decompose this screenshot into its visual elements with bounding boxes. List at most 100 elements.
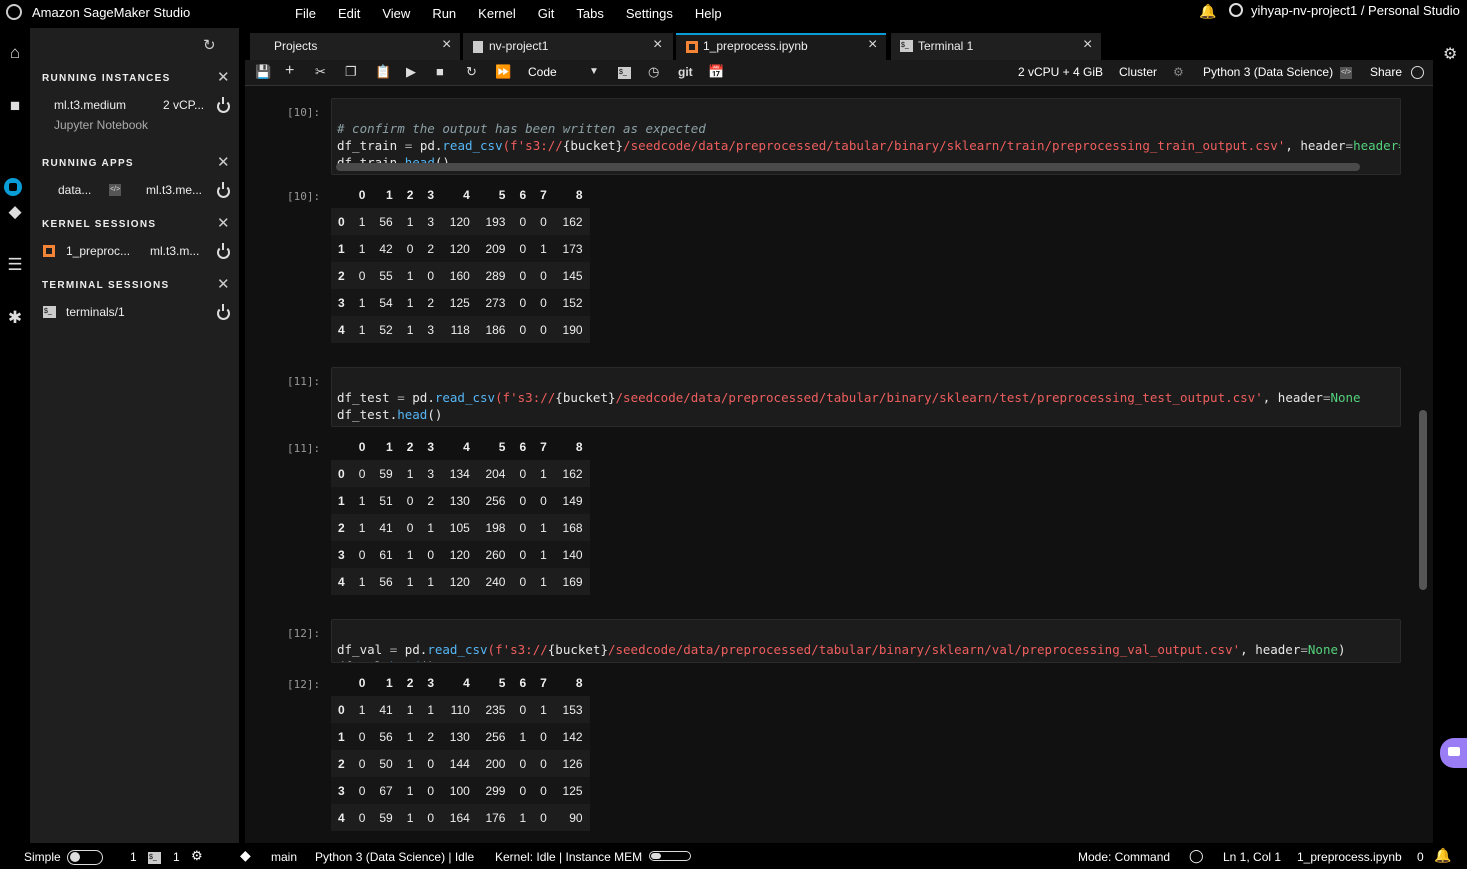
table-cell: 198 <box>485 520 506 535</box>
code-kw: header=N <box>1353 138 1400 153</box>
copy-icon[interactable]: ❐ <box>345 64 357 80</box>
notification-bell-icon[interactable]: 🔔 <box>1434 847 1451 864</box>
paste-icon[interactable]: 📋 <box>375 64 391 80</box>
gear-icon[interactable]: ⚙ <box>1173 65 1184 79</box>
column-header: 6 <box>519 675 527 690</box>
shutdown-kernel-icon[interactable] <box>217 243 230 259</box>
table-cell: 130 <box>449 493 470 508</box>
row-index: 0 <box>338 214 345 229</box>
shutdown-terminal-icon[interactable] <box>217 304 230 320</box>
menu-git[interactable]: Git <box>538 6 555 21</box>
chevron-down-icon[interactable]: ▼ <box>589 66 599 77</box>
chat-icon[interactable] <box>1440 738 1467 768</box>
code-text: () <box>420 659 435 662</box>
column-header: 3 <box>427 675 435 690</box>
code-var: df_test <box>337 407 390 422</box>
menu-file[interactable]: File <box>295 6 316 21</box>
git-branch[interactable]: main <box>271 850 297 864</box>
table-cell: 1 <box>540 702 547 717</box>
table-cell: 125 <box>449 295 470 310</box>
kernel-sessions-header: KERNEL SESSIONS <box>42 219 157 230</box>
close-instances-icon[interactable]: ✕ <box>217 68 230 86</box>
user-profile[interactable]: yihyap-nv-project1 / Personal Studio <box>1251 3 1460 18</box>
code-cell[interactable]: df_test = pd.read_csv(f's3://{bucket}/se… <box>331 367 1401 427</box>
menu-kernel[interactable]: Kernel <box>478 6 516 21</box>
tab-terminal-1[interactable]: $_ Terminal 1 × <box>891 33 1101 60</box>
column-header: 4 <box>463 187 470 202</box>
kernel-session-name[interactable]: 1_preproc... <box>66 244 130 258</box>
schedule-icon[interactable]: 📅 <box>708 64 724 80</box>
running-terminals-icon[interactable] <box>4 178 22 196</box>
close-tab-icon[interactable]: × <box>442 36 451 54</box>
share-button[interactable]: Share <box>1370 65 1402 79</box>
kernel-status[interactable]: Python 3 (Data Science) | Idle <box>315 850 474 864</box>
refresh-icon[interactable]: ↻ <box>203 36 216 54</box>
menu-help[interactable]: Help <box>695 6 722 21</box>
folder-icon[interactable]: ■ <box>4 95 26 117</box>
terminal-session-name[interactable]: terminals/1 <box>66 305 125 319</box>
table-cell: 164 <box>449 810 470 825</box>
run-all-icon[interactable]: ⏩ <box>495 64 511 80</box>
menu-settings[interactable]: Settings <box>626 6 673 21</box>
tab-projects[interactable]: Projects × <box>250 33 460 60</box>
close-tab-icon[interactable]: × <box>868 36 877 54</box>
clock-icon[interactable]: ◷ <box>648 64 659 80</box>
table-cell: 145 <box>562 268 583 283</box>
table-row: 3 0 67 1 0 100 299 0 0 125 <box>331 777 590 804</box>
property-inspector-icon[interactable]: ⚙ <box>1443 44 1457 64</box>
menu-edit[interactable]: Edit <box>338 6 360 21</box>
add-cell-icon[interactable]: + <box>285 62 294 80</box>
horizontal-scrollbar[interactable] <box>336 163 1360 171</box>
code-cell[interactable]: df_val = pd.read_csv(f's3://{bucket}/see… <box>331 619 1401 663</box>
tab-1-preprocess[interactable]: 1_preprocess.ipynb × <box>676 33 886 60</box>
table-cell: 3 <box>427 214 435 229</box>
tab-nv-project1[interactable]: nv-project1 × <box>463 33 673 60</box>
shutdown-app-icon[interactable] <box>217 182 230 198</box>
table-row: 4 1 56 1 1 120 240 0 1 169 <box>331 568 590 595</box>
git-button[interactable]: git <box>678 65 693 79</box>
list-icon[interactable]: ☰ <box>4 254 26 276</box>
git-icon[interactable]: ◆ <box>4 201 26 223</box>
restart-icon[interactable]: ↻ <box>466 64 477 80</box>
shutdown-instance-icon[interactable] <box>217 97 230 113</box>
row-index: 1 <box>338 729 345 744</box>
vertical-scrollbar[interactable] <box>1419 410 1427 590</box>
code-str: /seedcode/data/preprocessed/tabular/bina… <box>623 138 1286 153</box>
code-str: (f's3:// <box>487 642 548 657</box>
cursor-position[interactable]: Ln 1, Col 1 <box>1223 850 1281 864</box>
user-icon[interactable] <box>1229 3 1243 17</box>
cell-type-select[interactable]: Code <box>528 65 557 79</box>
kernel-idle-status: Kernel: Idle | Instance MEM <box>495 850 643 864</box>
close-kernels-icon[interactable]: ✕ <box>217 214 230 232</box>
code-cell[interactable]: # confirm the output has been written as… <box>331 98 1401 175</box>
shield-icon[interactable]: ◯ <box>1189 848 1204 864</box>
gear-icon[interactable]: ⚙ <box>191 848 203 864</box>
extension-icon[interactable]: ✱ <box>4 307 26 329</box>
bell-icon[interactable]: 🔔 <box>1199 3 1216 20</box>
menu-tabs[interactable]: Tabs <box>576 6 603 21</box>
instance-resources[interactable]: 2 vCPU + 4 GiB <box>1018 65 1103 79</box>
column-header: 1 <box>386 439 393 454</box>
close-tab-icon[interactable]: × <box>653 36 662 54</box>
code-kw: None <box>1307 642 1338 657</box>
close-apps-icon[interactable]: ✕ <box>217 153 230 171</box>
notebook-mode[interactable]: Mode: Command <box>1078 850 1170 864</box>
close-terminals-icon[interactable]: ✕ <box>217 275 230 293</box>
cut-icon[interactable]: ✂ <box>315 64 326 80</box>
run-icon[interactable]: ▶ <box>406 64 416 80</box>
table-cell: 176 <box>485 810 506 825</box>
terminal-launch-icon[interactable]: $_ <box>618 67 631 79</box>
save-icon[interactable]: 💾 <box>255 64 271 80</box>
menu-view[interactable]: View <box>382 6 410 21</box>
dataframe-output: 0 1 2 3 4 5 6 7 8 0 1 56 1 3 120 193 0 0 162 1 1 42… <box>331 181 590 343</box>
stop-icon[interactable]: ■ <box>436 64 444 79</box>
cluster-button[interactable]: Cluster <box>1119 65 1157 79</box>
menu-run[interactable]: Run <box>432 6 456 21</box>
code-op: = <box>1300 642 1308 657</box>
close-tab-icon[interactable]: × <box>1083 36 1092 54</box>
home-icon[interactable]: ⌂ <box>4 42 26 64</box>
simple-mode-toggle[interactable] <box>67 850 103 865</box>
kernel-selector[interactable]: Python 3 (Data Science) <box>1203 65 1333 79</box>
column-header: 5 <box>498 675 506 690</box>
code-text: , <box>1262 390 1278 405</box>
